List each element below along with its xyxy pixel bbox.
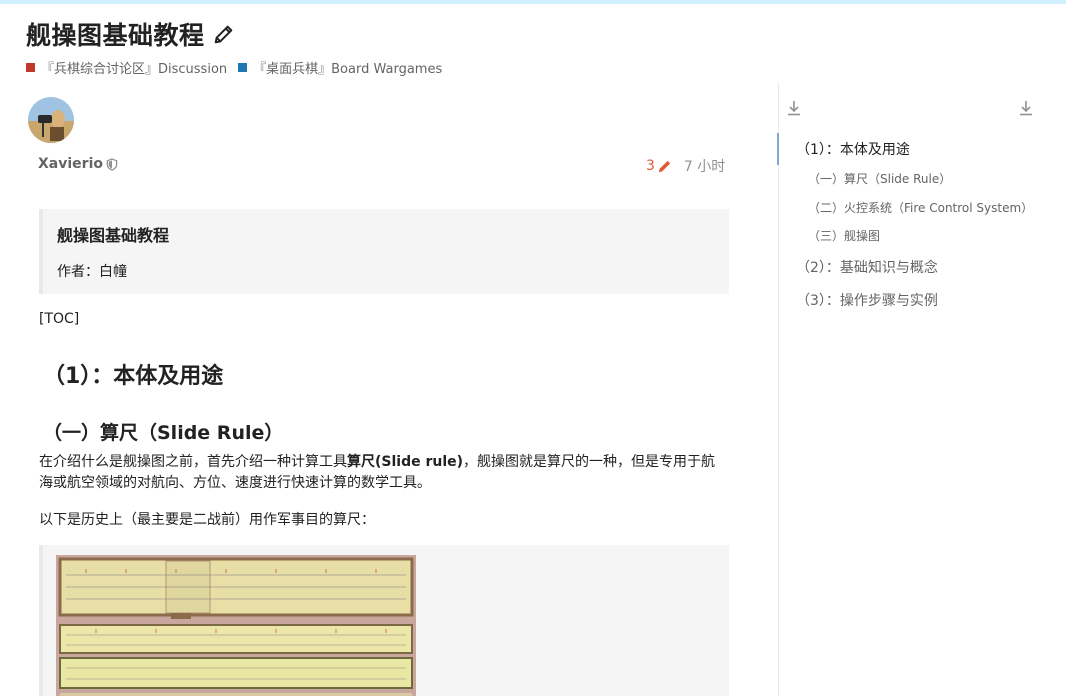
paragraph-text: 在介绍什么是舰操图之前，首先介绍一种计算工具 bbox=[39, 454, 347, 470]
pencil-icon[interactable] bbox=[213, 23, 235, 45]
category-board-wargames[interactable]: 『桌面兵棋』Board Wargames bbox=[238, 58, 442, 77]
post-date[interactable]: 7 小时 bbox=[684, 156, 725, 176]
toc-subitem[interactable]: （二）火控系统（Fire Control System） bbox=[796, 200, 1046, 217]
category-discussion[interactable]: 『兵棋综合讨论区』Discussion bbox=[26, 58, 227, 77]
top-progress-bar bbox=[0, 0, 1066, 4]
paragraph-bold-text: 算尺(Slide rule) bbox=[347, 454, 464, 470]
download-icon[interactable] bbox=[787, 100, 801, 116]
toc-subitem[interactable]: （一）算尺（Slide Rule） bbox=[796, 171, 1046, 188]
quote-author: 作者：白幢 bbox=[57, 264, 127, 280]
topic-title-row: 舰操图基础教程 bbox=[26, 16, 453, 52]
category-label: 『桌面兵棋』Board Wargames bbox=[253, 62, 443, 77]
blockquote: 舰操图基础教程 作者：白幢 bbox=[39, 209, 729, 294]
toc-item[interactable]: （2）：基础知识与概念 bbox=[796, 259, 1046, 277]
category-label: 『兵棋综合讨论区』Discussion bbox=[41, 62, 228, 77]
username[interactable]: Xavierio bbox=[38, 156, 103, 172]
image-quote-block bbox=[39, 545, 729, 696]
toc-active-indicator bbox=[777, 133, 779, 165]
topic-title[interactable]: 舰操图基础教程 bbox=[26, 16, 205, 52]
toc-tag: [TOC] bbox=[39, 311, 80, 327]
quote-title: 舰操图基础教程 bbox=[57, 226, 170, 245]
edit-count: 3 bbox=[646, 158, 655, 174]
pencil-icon bbox=[658, 160, 671, 172]
post-author[interactable]: Xavierio bbox=[38, 156, 118, 172]
edit-history-button[interactable]: 3 bbox=[646, 158, 672, 174]
shield-icon bbox=[106, 157, 118, 171]
category-list: 『兵棋综合讨论区』Discussion 『桌面兵棋』Board Wargames bbox=[26, 58, 453, 77]
slide-rule-image[interactable] bbox=[56, 555, 416, 696]
avatar[interactable] bbox=[28, 97, 74, 143]
post-meta: 3 7 小时 bbox=[646, 156, 725, 176]
paragraph: 在介绍什么是舰操图之前，首先介绍一种计算工具算尺(Slide rule)，舰操图… bbox=[39, 452, 729, 494]
heading-level-2: （一）算尺（Slide Rule） bbox=[43, 422, 284, 444]
toc-item[interactable]: （1）：本体及用途 bbox=[796, 141, 1046, 159]
topic-header: 舰操图基础教程 『兵棋综合讨论区』Discussion 『桌面兵棋』Board … bbox=[26, 16, 453, 77]
category-color-swatch bbox=[26, 63, 35, 72]
toc-item[interactable]: （3）：操作步骤与实例 bbox=[796, 292, 1046, 310]
toc-subitem[interactable]: （三）舰操图 bbox=[796, 228, 1046, 245]
category-color-swatch bbox=[238, 63, 248, 72]
table-of-contents: （1）：本体及用途 （一）算尺（Slide Rule） （二）火控系统（Fire… bbox=[796, 141, 1046, 310]
download-icon[interactable] bbox=[1019, 100, 1033, 116]
heading-level-1: （1）：本体及用途 bbox=[43, 364, 224, 389]
toc-sidebar-border bbox=[778, 83, 779, 696]
paragraph: 以下是历史上（最主要是二战前）用作军事目的算尺： bbox=[39, 512, 375, 528]
